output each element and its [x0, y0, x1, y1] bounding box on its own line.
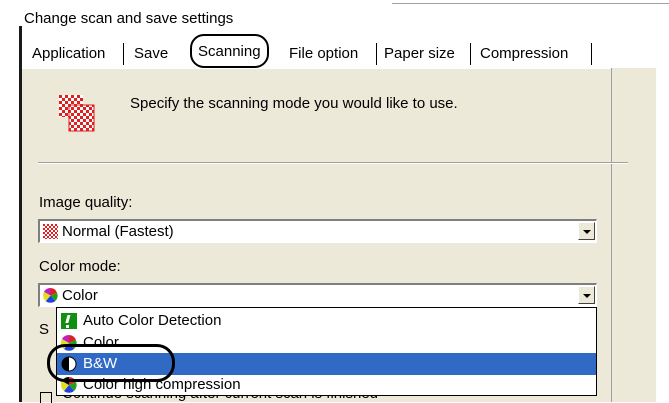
tab-separator	[470, 43, 471, 65]
quality-checker-icon	[43, 224, 58, 239]
auto-detect-icon	[61, 313, 77, 329]
instruction-text: Specify the scanning mode you would like…	[130, 95, 458, 112]
scanning-mode-icon	[59, 95, 95, 132]
tab-separator	[376, 43, 377, 65]
tab-compression[interactable]: Compression	[480, 41, 568, 67]
tab-save[interactable]: Save	[134, 41, 168, 67]
option-bw[interactable]: B&W	[57, 353, 596, 375]
partial-label: S	[39, 321, 50, 338]
option-color-high-compression[interactable]: Color high compression	[57, 374, 596, 396]
color-icon	[61, 335, 77, 351]
color-mode-select[interactable]: Color	[38, 283, 597, 307]
image-quality-value: Normal (Fastest)	[62, 223, 174, 240]
image-quality-dropdown-button[interactable]	[578, 222, 595, 240]
color-icon	[43, 288, 58, 303]
continue-scanning-checkbox[interactable]	[40, 392, 52, 403]
color-mode-dropdown-button[interactable]	[578, 286, 595, 304]
window-title: Change scan and save settings	[24, 10, 234, 27]
section-divider-highlight	[38, 163, 628, 164]
color-compression-icon	[61, 377, 77, 393]
tab-application[interactable]: Application	[32, 41, 105, 67]
tab-separator	[123, 43, 124, 65]
color-mode-label: Color mode:	[39, 258, 121, 275]
color-mode-value: Color	[62, 287, 98, 304]
image-quality-label: Image quality:	[39, 194, 133, 211]
title-divider	[392, 3, 669, 4]
option-auto-color-detection[interactable]: Auto Color Detection	[57, 310, 596, 332]
tab-separator	[591, 43, 592, 65]
bw-icon	[61, 356, 77, 372]
chevron-down-icon	[583, 230, 591, 234]
panel-top-border	[22, 68, 612, 69]
tab-scanning[interactable]: Scanning	[190, 34, 269, 68]
color-mode-dropdown-list: Auto Color Detection Color B&W Color hig…	[56, 307, 597, 396]
panel-right-border	[611, 68, 612, 402]
image-quality-select[interactable]: Normal (Fastest)	[38, 219, 597, 243]
chevron-down-icon	[583, 294, 591, 298]
tab-paper-size[interactable]: Paper size	[384, 41, 455, 67]
option-color[interactable]: Color	[57, 332, 596, 354]
tab-file-option[interactable]: File option	[289, 41, 358, 67]
